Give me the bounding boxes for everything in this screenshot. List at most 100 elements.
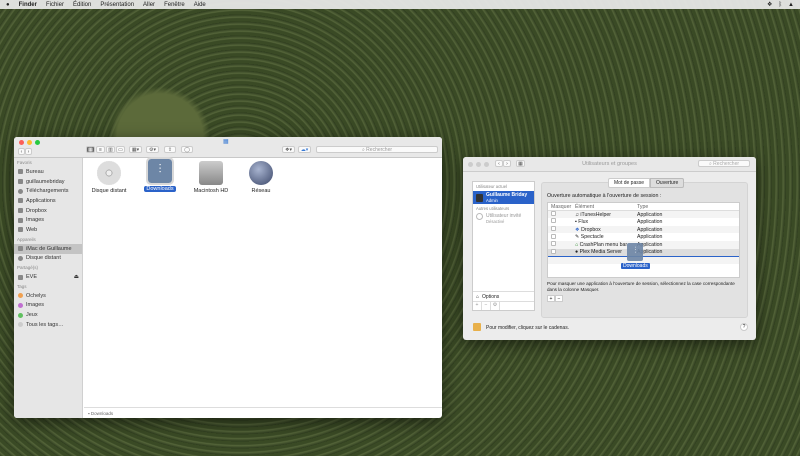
minimize-button[interactable] [27,140,32,145]
table-row[interactable]: ▪ Flux Application [548,218,739,226]
sidebar-item-dropbox[interactable]: Dropbox [14,206,82,216]
hide-checkbox[interactable] [551,226,556,232]
menu-aide[interactable]: Aide [194,2,206,8]
tab-mot-de-passe[interactable]: Mot de passe [608,178,651,188]
section-appareils: Appareils [17,236,36,242]
dropbox-button[interactable]: ❖▾ [282,146,295,153]
guest-user-icon [476,213,483,220]
menu-fichier[interactable]: Fichier [46,2,64,8]
dragged-downloads-item[interactable]: ⫶ Downloads [621,243,650,269]
airplay-icon[interactable]: ▲ [788,2,794,8]
add-login-item-button[interactable]: + [547,295,555,302]
menu-finder[interactable]: Finder [19,2,37,8]
table-row[interactable]: ♫ iTunesHelper Application [548,210,739,219]
search-input[interactable]: ⌕ Rechercher [316,146,438,153]
arrange-button[interactable]: ▦▾ [129,146,142,153]
tab-bar: Mot de passe Ouverture [608,178,685,188]
menu-edition[interactable]: Édition [73,2,91,8]
sidebar-item-applications[interactable]: Applications [14,196,82,206]
sidebar-item-home[interactable]: guillaumebriday [14,177,82,187]
login-items-heading: Ouverture automatique à l'ouverture de s… [547,193,662,199]
list-view-button[interactable]: ≡ [96,146,105,153]
dropbox-icon [18,208,23,214]
sidebar-tag-all[interactable]: Tous les tags… [14,320,82,330]
coverflow-view-button[interactable]: ▭ [116,146,125,153]
back-button[interactable]: ‹ [18,148,25,155]
dropbox-icon[interactable]: ❖ [767,1,772,8]
gear-icon[interactable]: ⚙ [491,302,500,310]
menu-fenetre[interactable]: Fenêtre [164,2,185,8]
finder-toolbar: ▦ ‹ › ▦ ≡ ▥ ▭ ▦▾ ⚙▾ ⇪ ◯ ❖▾ ☁▾ ⌕ Recherch… [14,137,442,158]
table-row[interactable]: ❖ Dropbox Application [548,225,739,234]
file-item-downloads[interactable]: ⫶ Downloads [135,157,185,192]
lock-text: Pour modifier, cliquez sur le cadenas. [486,325,570,331]
menu-aller[interactable]: Aller [143,2,155,8]
sidebar-item-bureau[interactable]: Bureau [14,167,82,177]
tag-color-icon [18,293,23,299]
remove-login-item-button[interactable]: − [555,295,563,302]
sidebar-tag-images[interactable]: Images [14,301,82,311]
sidebar-item-disque-distant[interactable]: Disque distant [14,254,82,264]
sidebar-tag-ochelys[interactable]: Ochelys [14,291,82,301]
user-item-guest[interactable]: Utilisateur invité Désactivé [473,213,534,224]
finder-window: ▦ ‹ › ▦ ≡ ▥ ▭ ▦▾ ⚙▾ ⇪ ◯ ❖▾ ☁▾ ⌕ Recherch… [14,137,442,418]
search-input[interactable]: ⌕ Rechercher [698,160,750,167]
applications-icon [18,198,23,204]
file-item-disque-distant[interactable]: Disque distant [84,161,134,194]
server-icon [18,274,23,280]
file-item-reseau[interactable]: Réseau [236,161,286,194]
sidebar-item-web[interactable]: Web [14,225,82,235]
tab-ouverture[interactable]: Ouverture [650,178,685,188]
user-item-guillaume[interactable]: Guillaume Briday Admin [473,191,534,204]
tags-button[interactable]: ◯ [181,146,193,153]
hint-text: Pour masquer une application à l'ouvertu… [547,281,735,292]
tag-color-icon [18,322,23,328]
login-items-controls: + − [547,295,563,302]
shared-drive-icon: ⫶ [146,157,174,185]
shared-drive-icon: ⫶ [627,243,644,261]
help-button[interactable]: ? [740,323,748,331]
desktop-icon [18,169,23,175]
sidebar-item-images[interactable]: Images [14,215,82,225]
zoom-button[interactable] [35,140,40,145]
forward-button[interactable]: › [25,148,32,155]
sidebar-tag-jeux[interactable]: Jeux [14,310,82,320]
table-row[interactable]: ✎ Spectacle Application [548,233,739,241]
hide-checkbox[interactable] [551,211,556,217]
tag-color-icon [18,312,23,318]
share-button[interactable]: ⇪ [164,146,176,153]
house-icon: ⌂ [476,293,480,300]
hide-checkbox[interactable] [551,248,556,254]
tag-color-icon [18,302,23,308]
hide-checkbox[interactable] [551,233,556,239]
menu-presentation[interactable]: Présentation [100,2,134,8]
section-partages: Partagé(s) [17,265,39,271]
action-gear-button[interactable]: ⚙▾ [146,146,159,153]
camera-icon [18,217,23,223]
disc-icon [18,255,23,261]
users-groups-window: ‹ › ▦ Utilisateurs et groupes ⌕ Recherch… [463,157,756,340]
close-button[interactable] [19,140,24,145]
window-title-icon: ▦ [223,139,229,145]
sidebar-item-imac[interactable]: iMac de Guillaume [14,243,82,254]
sidebar-item-telechargements[interactable]: Téléchargements [14,186,82,196]
hide-checkbox[interactable] [551,218,556,224]
hard-drive-icon [199,161,223,185]
options-item[interactable]: ⌂ Options [473,291,534,301]
icon-view-button[interactable]: ▦ [86,146,95,153]
remove-user-button[interactable]: − [482,302,491,310]
user-list: Utilisateur actuel Guillaume Briday Admin… [472,181,535,311]
sidebar-item-eve[interactable]: EVE ⏏ [14,272,82,282]
add-user-button[interactable]: + [473,302,482,310]
file-item-macintosh-hd[interactable]: Macintosh HD [186,161,236,194]
eject-icon[interactable]: ⏏ [74,274,79,280]
users-titlebar: ‹ › ▦ Utilisateurs et groupes ⌕ Recherch… [463,157,756,172]
column-view-button[interactable]: ▥ [106,146,115,153]
lock-icon[interactable] [473,323,481,331]
avatar [476,193,483,202]
hide-checkbox[interactable] [551,241,556,247]
folder-icon [18,227,23,233]
bluetooth-icon[interactable]: ᛒ [778,2,782,8]
cloud-button[interactable]: ☁▾ [298,146,311,153]
apple-menu-icon[interactable]: ● [6,2,10,8]
